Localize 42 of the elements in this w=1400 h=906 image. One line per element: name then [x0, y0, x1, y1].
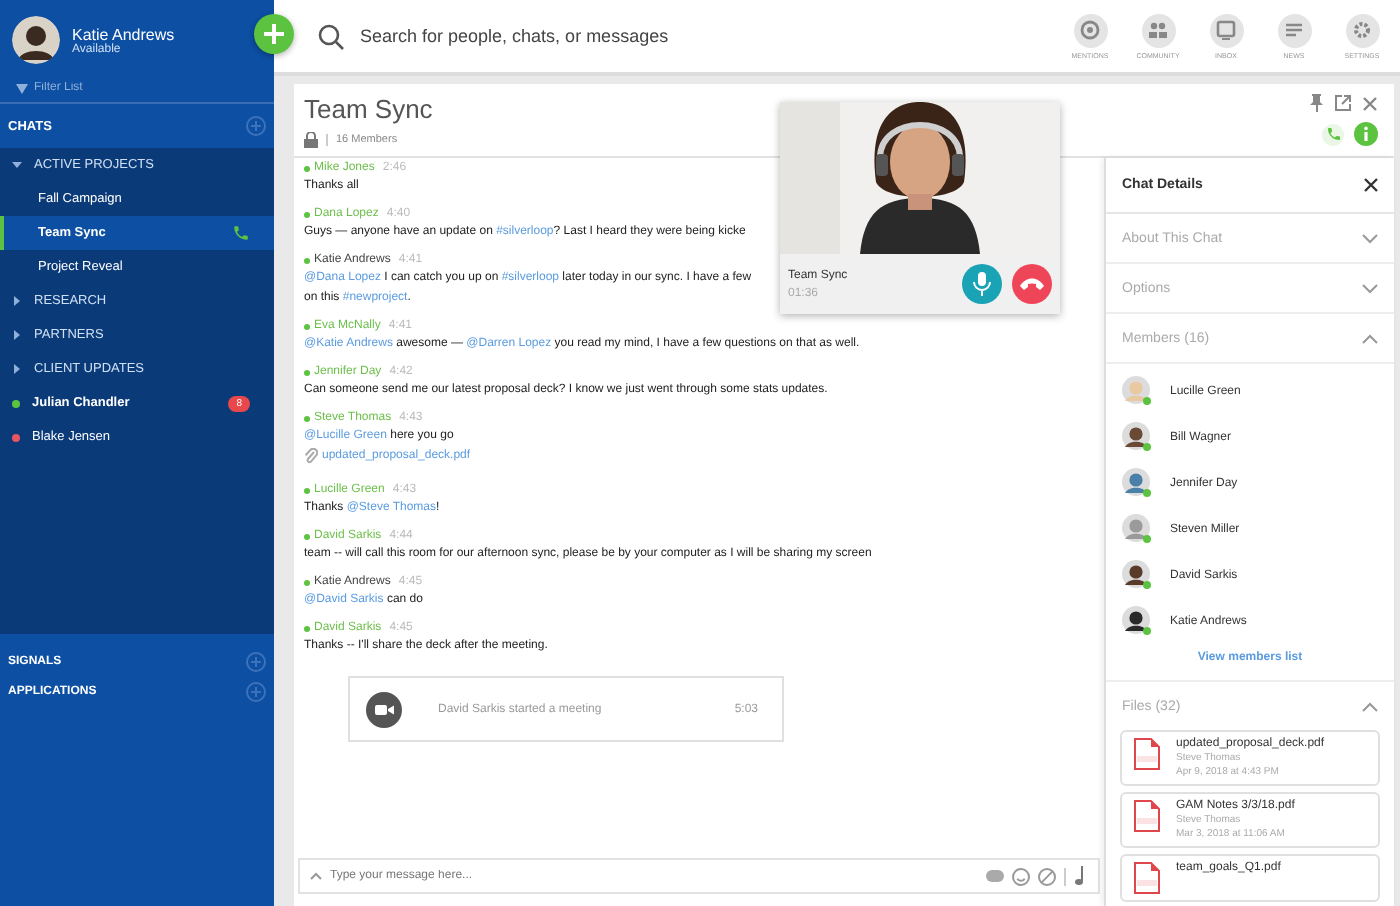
- paperclip-icon: [304, 448, 318, 464]
- search-icon: [318, 23, 344, 49]
- add-icon[interactable]: [246, 651, 266, 671]
- microphone-button[interactable]: [962, 264, 1002, 304]
- status-dot: [304, 257, 310, 263]
- close-icon[interactable]: [1364, 178, 1378, 192]
- hang-up-button[interactable]: [1012, 264, 1052, 304]
- music-note-icon[interactable]: [1074, 866, 1088, 886]
- pdf-file-icon: [1134, 862, 1160, 894]
- status-dot: [304, 579, 310, 585]
- status-dot: [304, 323, 310, 329]
- popout-icon[interactable]: [1334, 94, 1352, 112]
- gear-icon: [1352, 20, 1372, 40]
- status-dot: [304, 211, 310, 217]
- filter-icon: [16, 83, 28, 93]
- add-icon[interactable]: [246, 681, 266, 701]
- caret-up-icon[interactable]: [310, 872, 322, 880]
- call-button[interactable]: [1322, 123, 1344, 145]
- status-dot: [304, 487, 310, 493]
- plus-icon: [262, 22, 286, 46]
- pdf-file-icon: [1134, 800, 1160, 832]
- info-icon[interactable]: [1354, 122, 1378, 146]
- lines-icon: [1284, 20, 1304, 40]
- user-name: Katie Andrews: [72, 25, 175, 43]
- emoji-icon[interactable]: [1012, 867, 1030, 885]
- microphone-icon: [972, 272, 992, 296]
- status-dot: [304, 165, 310, 171]
- user-avatar: [12, 16, 60, 64]
- pdf-file-icon: [1134, 738, 1160, 770]
- status-dot: [304, 625, 310, 631]
- block-icon[interactable]: [1038, 867, 1056, 885]
- status-dot: [304, 369, 310, 375]
- phone-hang-up-icon: [1020, 278, 1044, 290]
- lock-icon: [304, 132, 318, 148]
- add-icon[interactable]: [246, 116, 266, 136]
- chat-title: Team Sync: [304, 94, 433, 124]
- video-camera-icon: [366, 691, 402, 727]
- people-icon: [1148, 20, 1168, 40]
- pin-icon[interactable]: [1310, 94, 1324, 112]
- status-dot: [304, 415, 310, 421]
- status-dot: [304, 533, 310, 539]
- gif-icon[interactable]: [986, 870, 1004, 882]
